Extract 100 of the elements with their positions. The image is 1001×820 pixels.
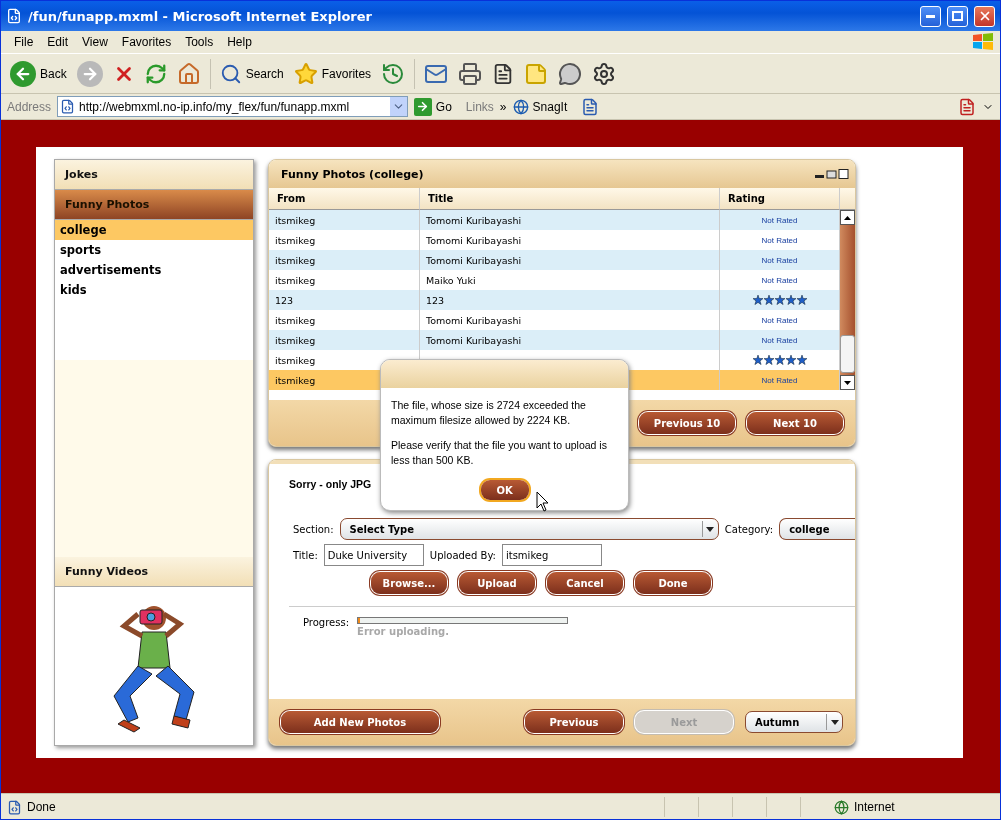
category-item[interactable]: college: [55, 220, 253, 240]
section-dropdown[interactable]: Select Type: [339, 518, 719, 540]
table-cell: 123: [269, 290, 420, 310]
star-icon: [763, 355, 774, 365]
table-cell: 123: [420, 290, 720, 310]
maximize-button[interactable]: [947, 5, 968, 27]
header-filler: [840, 188, 855, 210]
upload-action-button[interactable]: Cancel: [547, 572, 623, 594]
column-header[interactable]: From: [269, 188, 420, 210]
star-icon: [752, 295, 763, 305]
gear-icon: [592, 61, 617, 86]
down-arrow-icon: [844, 380, 851, 385]
maximize-icon: [952, 11, 963, 21]
rating-text: Not Rated: [761, 215, 798, 225]
table-cell: itsmikeg: [269, 250, 420, 270]
menu-item[interactable]: File: [7, 35, 41, 49]
menu-item[interactable]: View: [75, 35, 115, 49]
pdf-icon[interactable]: [958, 97, 976, 116]
caret-icon: [830, 719, 839, 725]
search-icon: [219, 62, 242, 85]
scrollbar[interactable]: [840, 210, 855, 390]
globe-icon: [834, 799, 849, 815]
panel-title: Funny Photos (college): [281, 167, 425, 181]
title-label: Title:: [293, 549, 318, 561]
upload-action-button[interactable]: Browse...: [371, 572, 447, 594]
globe-icon: [512, 98, 529, 115]
star-icon: [785, 295, 796, 305]
printer-icon: [458, 61, 483, 86]
address-label: Address: [7, 99, 52, 114]
table-cell: itsmikeg: [269, 310, 420, 330]
uploaded-by-input[interactable]: itsmikeg: [501, 544, 602, 566]
menu-item[interactable]: Help: [220, 35, 259, 49]
error-message: Sorry - only JPG: [289, 478, 372, 492]
table-cell: Tomomi Kuribayashi: [420, 330, 720, 350]
page-button[interactable]: Previous 10: [639, 412, 735, 434]
upload-action-button[interactable]: Done: [635, 572, 711, 594]
table-cell: itsmikeg: [269, 230, 420, 250]
accordion-header[interactable]: Jokes: [55, 160, 253, 190]
scroll-thumb[interactable]: [840, 335, 855, 373]
refresh-icon: [144, 62, 167, 85]
search-button[interactable]: Search: [216, 60, 287, 87]
menu-item[interactable]: Favorites: [114, 35, 179, 49]
nav-button[interactable]: Add New Photos: [281, 711, 439, 733]
star-icon: [752, 355, 763, 365]
star-icon: [796, 355, 807, 365]
go-button[interactable]: Go: [413, 97, 460, 116]
star-icon: [774, 355, 785, 365]
dialog-text: Please verify that the file you want to upload is less than 500 KB.: [391, 438, 608, 468]
section-label: Section:: [293, 523, 334, 535]
window-controls-icon[interactable]: [815, 169, 849, 179]
caret-icon: [706, 526, 715, 532]
dialog-text: The file, whose size is 2724 exceeded the maximum filesize allowed by 2224 KB.: [391, 398, 587, 428]
menu-item[interactable]: Tools: [178, 35, 221, 49]
nav-button[interactable]: Previous: [525, 711, 623, 733]
table-cell: itsmikeg: [269, 270, 420, 290]
progress-label: Progress:: [303, 617, 350, 630]
star-icon: [774, 295, 785, 305]
links-label[interactable]: Links: [465, 99, 494, 114]
dropdown-button[interactable]: [389, 97, 407, 116]
rating-text: Not Rated: [761, 275, 798, 285]
more-links-icon[interactable]: »: [499, 99, 507, 114]
accordion-header[interactable]: Funny Videos: [55, 557, 253, 587]
theme-dropdown[interactable]: Autumn: [745, 711, 843, 733]
note-icon: [524, 61, 549, 86]
category-item[interactable]: kids: [55, 280, 253, 300]
rating-text: Not Rated: [761, 235, 798, 245]
category-dropdown[interactable]: college: [779, 518, 855, 540]
upload-action-button[interactable]: Upload: [459, 572, 535, 594]
page-icon: [60, 99, 76, 114]
zone-text: Internet: [854, 800, 896, 814]
page-button[interactable]: Next 10: [747, 412, 843, 434]
snagit-button[interactable]: SnagIt: [512, 98, 576, 115]
window-title: /fun/funapp.mxml - Microsoft Internet Explorer: [28, 8, 373, 24]
ok-button[interactable]: OK: [480, 480, 529, 500]
speech-bubble-icon: [558, 61, 583, 86]
category-item[interactable]: advertisements: [55, 260, 253, 280]
column-header[interactable]: Title: [420, 188, 720, 210]
back-button[interactable]: Back: [7, 58, 70, 89]
minimize-icon: [926, 14, 935, 18]
menu-item[interactable]: Edit: [40, 35, 76, 49]
windows-logo-icon: [972, 32, 994, 52]
rating-text: Not Rated: [761, 315, 798, 325]
column-header[interactable]: Rating: [720, 188, 840, 210]
rating-text: Not Rated: [761, 335, 798, 345]
status-text: Error uploading.: [357, 626, 450, 637]
table-cell: Tomomi Kuribayashi: [420, 210, 720, 230]
category-item[interactable]: sports: [55, 240, 253, 260]
document-icon[interactable]: [581, 97, 600, 116]
title-input[interactable]: Duke University: [323, 544, 424, 566]
address-field[interactable]: http://webmxml.no-ip.info/my_flex/fun/funapp.mxml: [57, 96, 408, 117]
star-icon: [763, 295, 774, 305]
minimize-button[interactable]: [920, 5, 941, 27]
category-label: Category:: [724, 523, 774, 535]
close-button[interactable]: [974, 5, 995, 27]
rating-text: Not Rated: [761, 375, 798, 385]
table-cell: itsmikeg: [269, 330, 420, 350]
table-cell: itsmikeg: [269, 210, 420, 230]
favorites-button[interactable]: Favorites: [290, 59, 375, 88]
accordion-header[interactable]: Funny Photos: [55, 190, 253, 220]
uploaded-by-label: Uploaded By:: [429, 549, 496, 561]
